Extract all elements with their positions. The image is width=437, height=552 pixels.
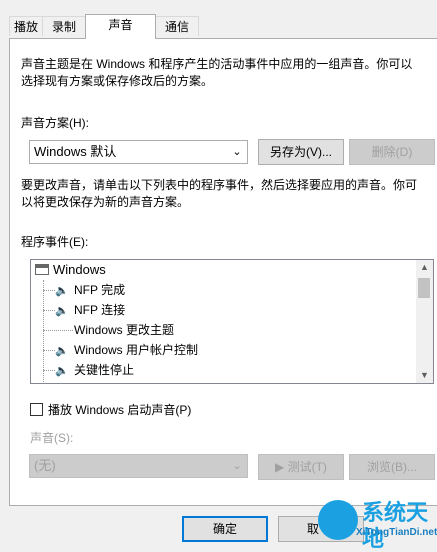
scroll-thumb[interactable] [418, 278, 430, 298]
save-as-button[interactable]: 另存为(V)... [258, 139, 344, 165]
tab-communications[interactable]: 通信 [155, 16, 199, 36]
list-item[interactable]: Windows 更改主题 [74, 320, 174, 340]
sound-value: (无) [34, 458, 56, 473]
sound-label: 声音(S): [30, 431, 74, 445]
scroll-down-icon[interactable]: ▼ [416, 370, 433, 380]
sound-scheme-label: 声音方案(H): [21, 116, 89, 130]
list-item[interactable]: 🔈 关键性停止 [55, 360, 134, 380]
intro-text-line2: 选择现有方案或保存修改后的方案。 [21, 74, 214, 88]
startup-sound-checkbox[interactable] [30, 403, 43, 416]
watermark-logo-icon [318, 500, 358, 540]
startup-sound-label[interactable]: 播放 Windows 启动声音(P) [48, 400, 191, 420]
program-events-list[interactable]: Windows 🔈 NFP 完成 🔈 NFP 连接 Windows 更改主题 🔈 Wi… [30, 259, 434, 384]
list-item[interactable]: 🔈 NFP 连接 [55, 300, 125, 320]
scroll-up-icon[interactable]: ▲ [416, 262, 433, 272]
speaker-icon: 🔈 [55, 305, 69, 317]
events-scrollbar[interactable]: ▲ ▼ [416, 260, 433, 383]
speaker-icon: 🔈 [55, 285, 69, 297]
watermark-url: XiTongTianDi.net [356, 527, 437, 538]
sound-scheme-value: Windows 默认 [34, 144, 117, 159]
test-button[interactable]: ▶ 测试(T) [258, 454, 344, 480]
window-icon [35, 264, 49, 275]
tab-recording[interactable]: 录制 [42, 16, 86, 36]
tab-sounds[interactable]: 声音 [85, 14, 156, 39]
browse-button[interactable]: 浏览(B)... [349, 454, 435, 480]
list-item[interactable]: 🔈 Windows 用户帐户控制 [55, 340, 198, 360]
list-item[interactable]: Windows [35, 260, 106, 280]
chevron-down-icon: ⌄ [232, 460, 242, 472]
tab-playback[interactable]: 播放 [9, 16, 43, 36]
ok-button[interactable]: 确定 [182, 516, 268, 542]
speaker-icon: 🔈 [55, 345, 69, 357]
chevron-down-icon: ⌄ [232, 146, 242, 158]
list-item[interactable]: 🔈 NFP 完成 [55, 280, 125, 300]
speaker-icon: 🔈 [55, 365, 69, 377]
sound-select[interactable]: (无) ⌄ [29, 454, 248, 478]
watermark-title: 系统天地 [362, 500, 429, 551]
sound-scheme-select[interactable]: Windows 默认 ⌄ [29, 140, 248, 164]
delete-button[interactable]: 删除(D) [349, 139, 435, 165]
instructions-line2: 以将更改保存为新的声音方案。 [21, 195, 190, 209]
program-events-label: 程序事件(E): [21, 235, 89, 249]
